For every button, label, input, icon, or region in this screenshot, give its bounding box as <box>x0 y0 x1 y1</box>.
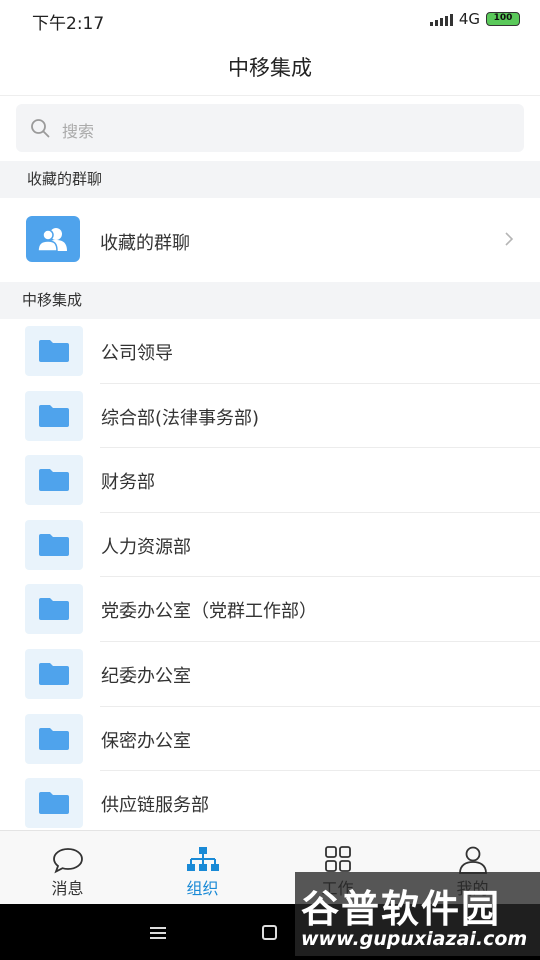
department-item[interactable]: 人力资源部 <box>0 513 540 578</box>
folder-icon <box>25 584 83 635</box>
department-list: 公司领导综合部(法律事务部) 财务部人力资源部党委办公室（党群工作部） 纪委办公室保… <box>0 319 540 836</box>
department-label: 保密办公室 <box>101 730 191 752</box>
page-title: 中移集成 <box>228 56 312 80</box>
department-label: 供应链服务部 <box>101 795 209 817</box>
status-bar: 下午2:17 4G 100 <box>0 0 540 40</box>
folder-icon <box>25 326 83 376</box>
person-icon <box>458 846 487 874</box>
watermark-title: 谷普软件园 <box>301 887 502 931</box>
department-label: 党委办公室（党群工作部） <box>101 601 317 623</box>
department-item[interactable]: 党委办公室（党群工作部） <box>0 577 540 642</box>
department-item[interactable]: 财务部 <box>0 448 540 513</box>
chat-bubble-icon <box>52 848 83 874</box>
favorite-groups-label: 收藏的群聊 <box>100 233 190 254</box>
group-chat-icon <box>26 216 80 262</box>
department-label: 综合部(法律事务部) <box>101 407 260 429</box>
department-label: 公司领导 <box>101 343 173 364</box>
department-item[interactable]: 纪委办公室 <box>0 642 540 707</box>
section-header-org: 中移集成 <box>0 282 540 319</box>
department-item[interactable]: 公司领导 <box>0 319 540 384</box>
status-indicators: 4G 100 <box>429 10 520 28</box>
title-bar: 中移集成 <box>0 40 540 96</box>
watermark-url: www.gupuxiazai.com <box>301 928 528 950</box>
folder-icon <box>25 390 83 441</box>
status-time: 下午2:17 <box>32 14 105 34</box>
signal-icon <box>429 12 453 26</box>
section-header-favorites: 收藏的群聊 <box>0 161 540 198</box>
menu-icon[interactable] <box>150 926 166 940</box>
battery-icon: 100 <box>486 12 520 26</box>
department-item[interactable]: 供应链服务部 <box>0 771 540 836</box>
grid-icon <box>324 846 351 872</box>
folder-icon <box>25 455 83 506</box>
watermark: 谷普软件园 www.gupuxiazai.com <box>295 872 540 956</box>
folder-icon <box>25 713 83 764</box>
search-placeholder: 搜索 <box>62 122 95 141</box>
org-chart-icon <box>186 847 219 871</box>
search-bar[interactable]: 搜索 <box>16 104 524 152</box>
folder-icon <box>25 519 83 570</box>
chevron-right-icon <box>505 232 514 246</box>
favorite-groups-row[interactable]: 收藏的群聊 <box>0 199 540 281</box>
department-label: 人力资源部 <box>101 536 191 558</box>
home-button[interactable] <box>262 925 277 940</box>
department-label: 财务部 <box>101 472 155 494</box>
department-label: 纪委办公室 <box>101 665 191 687</box>
tab-label: 消息 <box>51 879 84 898</box>
tab-organization[interactable]: 组织 <box>135 831 270 904</box>
search-icon <box>31 119 50 138</box>
department-item[interactable]: 保密办公室 <box>0 707 540 772</box>
tab-label: 组织 <box>186 879 219 898</box>
department-item[interactable]: 综合部(法律事务部) <box>0 384 540 449</box>
tab-messages[interactable]: 消息 <box>0 831 135 904</box>
folder-icon <box>25 778 83 829</box>
network-type: 4G <box>458 10 480 28</box>
folder-icon <box>25 648 83 699</box>
